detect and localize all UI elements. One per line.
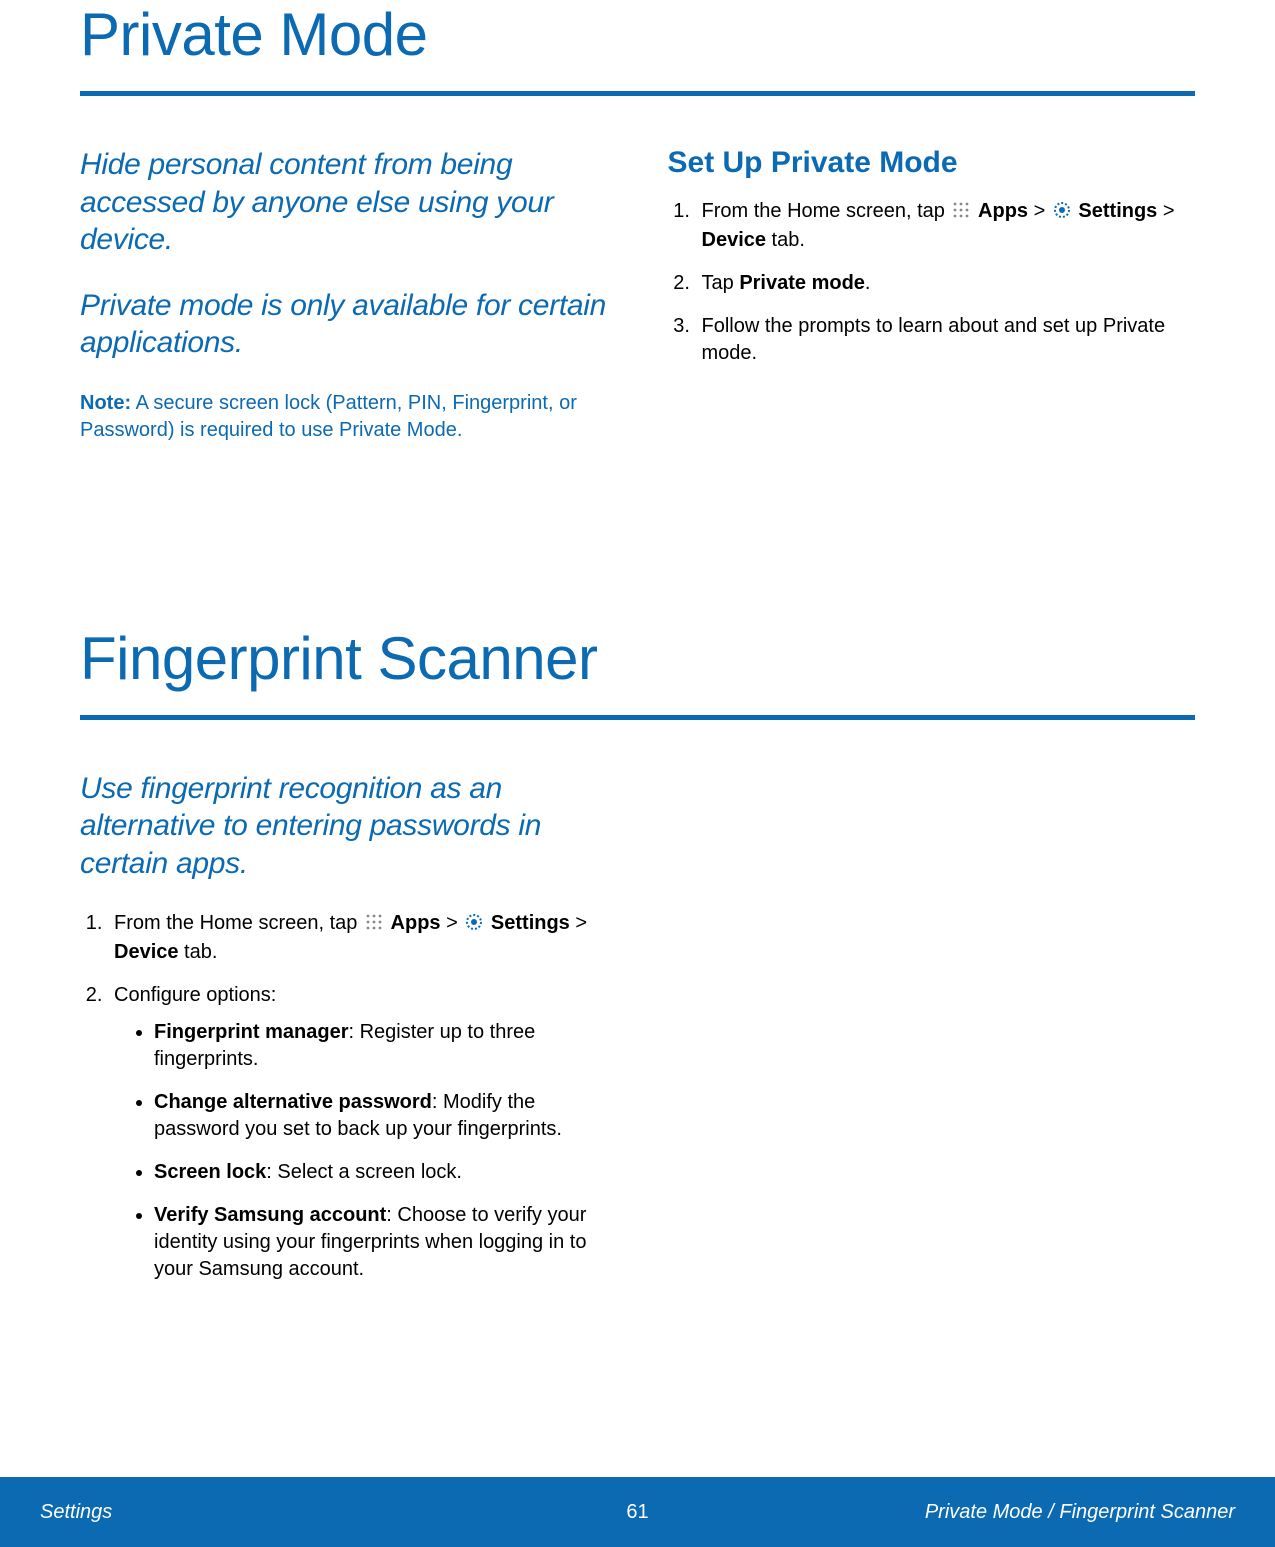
apps-icon [365, 912, 383, 939]
lead-paragraph: Private mode is only available for certa… [80, 287, 608, 362]
divider [80, 715, 1195, 720]
apps-label: Apps [978, 200, 1028, 222]
settings-label: Settings [1078, 200, 1157, 222]
footer-left: Settings [40, 1501, 112, 1524]
step-text: Follow the prompts to learn about and se… [702, 315, 1166, 364]
note-label: Note: [80, 392, 131, 414]
option-item: Fingerprint manager: Register up to thre… [154, 1019, 608, 1073]
steps-list-fingerprint: From the Home screen, tap Apps > Setting… [80, 910, 608, 1283]
option-item: Screen lock: Select a screen lock. [154, 1159, 608, 1186]
footer-right: Private Mode / Fingerprint Scanner [925, 1501, 1235, 1524]
step-item: Tap Private mode. [696, 270, 1196, 297]
option-bold: Screen lock [154, 1161, 266, 1183]
left-column-private-mode: Hide personal content from being accesse… [80, 146, 608, 444]
lead-paragraph: Use fingerprint recognition as an altern… [80, 770, 608, 883]
apps-label: Apps [391, 912, 441, 934]
step-item: Configure options: Fingerprint manager: … [108, 982, 608, 1283]
page-footer: Settings 61 Private Mode / Fingerprint S… [0, 1477, 1275, 1547]
right-column-private-mode: Set Up Private Mode From the Home screen… [668, 146, 1196, 444]
steps-list-setup: From the Home screen, tap Apps > Setting… [668, 198, 1196, 367]
step-text: From the Home screen, tap [114, 912, 363, 934]
option-bold: Verify Samsung account [154, 1204, 386, 1226]
settings-icon [1053, 200, 1071, 227]
step-text: Tap [702, 272, 740, 294]
divider [80, 91, 1195, 96]
step-text: > [1157, 200, 1174, 222]
step-text: tab. [179, 941, 218, 963]
apps-icon [952, 200, 970, 227]
step-text: > [1028, 200, 1051, 222]
step-item: From the Home screen, tap Apps > Setting… [696, 198, 1196, 254]
note-paragraph: Note: A secure screen lock (Pattern, PIN… [80, 390, 608, 444]
step-item: Follow the prompts to learn about and se… [696, 313, 1196, 367]
lead-paragraph: Hide personal content from being accesse… [80, 146, 608, 259]
section-title-private-mode: Private Mode [80, 0, 1195, 69]
note-text: A secure screen lock (Pattern, PIN, Fing… [80, 392, 577, 441]
subsection-title-setup: Set Up Private Mode [668, 146, 1196, 180]
step-text: From the Home screen, tap [702, 200, 951, 222]
device-label: Device [114, 941, 179, 963]
footer-page-number: 61 [626, 1501, 648, 1524]
left-column-fingerprint: Use fingerprint recognition as an altern… [80, 770, 608, 1300]
options-list: Fingerprint manager: Register up to thre… [114, 1019, 608, 1283]
option-rest: : Select a screen lock. [266, 1161, 462, 1183]
section-title-fingerprint: Fingerprint Scanner [80, 624, 1195, 693]
option-item: Change alternative password: Modify the … [154, 1089, 608, 1143]
option-bold: Change alternative password [154, 1091, 432, 1113]
step-text: > [570, 912, 587, 934]
option-item: Verify Samsung account: Choose to verify… [154, 1202, 608, 1283]
step-text: Configure options: [114, 984, 276, 1006]
option-bold: Fingerprint manager [154, 1021, 348, 1043]
step-text: tab. [766, 229, 805, 251]
settings-label: Settings [491, 912, 570, 934]
right-column-fingerprint [668, 770, 1196, 1300]
step-text: . [865, 272, 871, 294]
step-text: > [441, 912, 464, 934]
private-mode-label: Private mode [739, 272, 865, 294]
step-item: From the Home screen, tap Apps > Setting… [108, 910, 608, 966]
device-label: Device [702, 229, 767, 251]
settings-icon [465, 912, 483, 939]
